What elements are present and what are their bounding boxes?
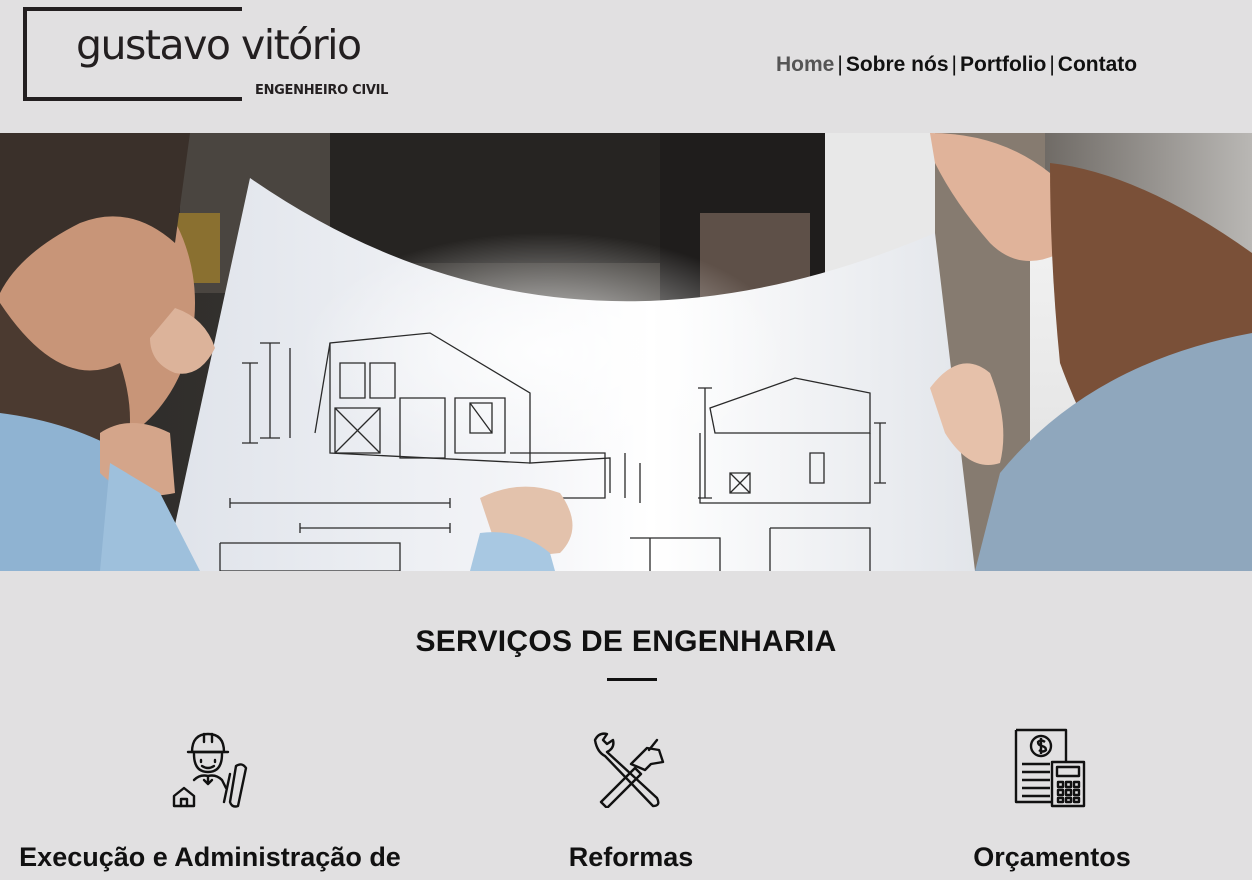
service-card-execucao[interactable]: Execução e Administração de xyxy=(0,728,420,873)
logo-name: gustavo vitório xyxy=(76,21,362,69)
nav-separator: | xyxy=(837,53,843,76)
nav-portfolio[interactable]: Portfolio xyxy=(960,53,1046,76)
hero-image xyxy=(0,133,1252,571)
service-label-orcamentos: Orçamentos xyxy=(973,842,1131,872)
logo-subtitle: ENGENHEIRO CIVIL xyxy=(255,83,389,98)
service-card-orcamentos[interactable]: Orçamentos xyxy=(842,728,1252,873)
engineer-icon xyxy=(0,728,420,808)
title-divider xyxy=(607,678,657,681)
nav-contato[interactable]: Contato xyxy=(1058,53,1137,76)
logo[interactable]: gustavo vitório ENGENHEIRO CIVIL xyxy=(23,7,403,101)
blueprint-photo xyxy=(0,133,1252,571)
nav-separator: | xyxy=(1049,53,1055,76)
services-title: SERVIÇOS DE ENGENHARIA xyxy=(415,625,837,658)
nav-separator: | xyxy=(951,53,957,76)
budget-calculator-icon xyxy=(842,728,1252,808)
service-label-execucao: Execução e Administração de xyxy=(19,842,401,872)
service-label-reformas: Reformas xyxy=(568,842,694,872)
services-section: SERVIÇOS DE ENGENHARIA Execução e Admini… xyxy=(0,571,1252,880)
service-card-reformas[interactable]: Reformas xyxy=(421,728,841,873)
nav-home[interactable]: Home xyxy=(776,53,834,76)
main-nav: Home | Sobre nós | Portfolio | Contato xyxy=(776,53,1137,77)
tools-icon xyxy=(421,728,841,808)
nav-sobre-nos[interactable]: Sobre nós xyxy=(846,53,949,76)
site-header: gustavo vitório ENGENHEIRO CIVIL Home | So… xyxy=(0,0,1252,133)
